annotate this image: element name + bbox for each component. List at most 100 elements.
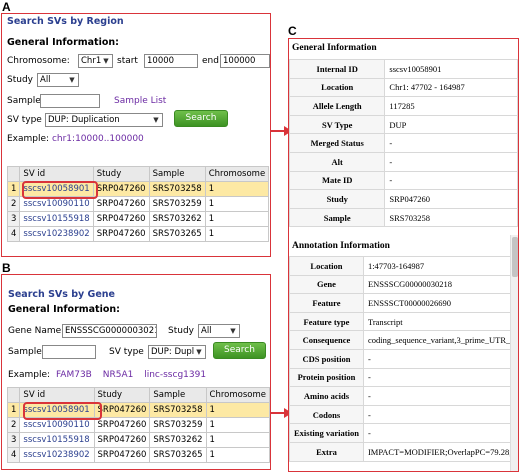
row-chromosome: 1 [204, 211, 270, 227]
info-key: Merged Status [289, 133, 386, 153]
info-value: 117285 [384, 96, 518, 116]
chevron-down-icon: ▼ [69, 76, 75, 84]
example-label: Example: [8, 370, 51, 380]
info-row: Location Chr1: 47702 - 164987 [289, 77, 518, 98]
annotation-info-table: Location 1:47703-164987 Gene ENSSSCG0000003… [289, 256, 518, 462]
row-sample: SRS703262 [148, 211, 206, 227]
chevron-down-icon: ▼ [230, 327, 236, 335]
row-sample: SRS703265 [148, 226, 206, 242]
page-title: Search SVs by Region [7, 16, 124, 27]
table-row[interactable]: 3 sscsv10155918 SRP047260 SRS703262 1 [6, 211, 270, 227]
end-label: end [202, 56, 219, 66]
info-value: SRP047260 [384, 189, 518, 209]
table-header: SV id Study Sample Chromosome [6, 166, 270, 182]
info-row: Gene ENSSSCG00000030218 [289, 274, 518, 295]
info-value: 1:47703-164987 [362, 256, 518, 276]
selection-highlight-box [22, 181, 98, 199]
example-link-linc[interactable]: linc-sscg1391 [144, 370, 206, 380]
info-key: Extra [289, 441, 364, 462]
row-sample: SRS703262 [149, 432, 207, 448]
panel-sv-detail: General Information Internal ID sscsv1005… [288, 38, 519, 472]
study-select[interactable]: All ▼ [198, 324, 240, 338]
table-row[interactable]: 3 sscsv10155918 SRP047260 SRS703262 1 [6, 432, 270, 448]
info-key: Sample [289, 207, 386, 228]
info-value: Chr1: 47702 - 164987 [384, 77, 518, 98]
svtype-select[interactable]: DUP: Duplication ▼ [45, 113, 163, 127]
example-link[interactable]: chr1:10000..100000 [52, 134, 144, 144]
section-general-info: General Information: [7, 37, 119, 48]
info-value: ENSSSCG00000030218 [362, 274, 518, 295]
info-row: Extra IMPACT=MODIFIER;OverlapPC=79.28; [289, 441, 518, 462]
search-button[interactable]: Search [174, 110, 228, 127]
section-general-information: General Information [292, 43, 377, 53]
end-input[interactable]: 100000 [220, 54, 270, 68]
info-value: SRS703258 [384, 207, 518, 228]
panel-label-c: C [288, 24, 297, 38]
header-num [6, 166, 21, 182]
info-value: - [362, 404, 518, 425]
info-row: CDS position - [289, 348, 518, 369]
row-chromosome: 1 [205, 417, 270, 433]
study-select[interactable]: All ▼ [37, 73, 79, 87]
row-study: SRP047260 [93, 432, 151, 448]
row-num: 2 [6, 196, 21, 212]
row-chromosome: 1 [205, 447, 270, 463]
info-row: Location 1:47703-164987 [289, 256, 518, 276]
page-title: Search SVs by Gene [8, 289, 115, 300]
svid-link[interactable]: sscsv10155918 [19, 211, 94, 227]
info-key: Existing variation [289, 423, 364, 443]
info-row: Merged Status - [289, 133, 518, 153]
row-sample: SRS703259 [148, 196, 206, 212]
scrollbar-thumb[interactable] [512, 237, 518, 277]
chevron-down-icon: ▼ [103, 57, 109, 65]
example-link-fam73b[interactable]: FAM73B [56, 370, 92, 380]
row-chromosome: 1 [205, 402, 270, 418]
row-sample: SRS703258 [149, 402, 207, 418]
row-num: 3 [6, 211, 21, 227]
chevron-down-icon: ▼ [153, 116, 159, 124]
info-row: Feature type Transcript [289, 311, 518, 332]
row-chromosome: 1 [204, 181, 270, 197]
info-value: Transcript [362, 311, 518, 332]
sample-input[interactable] [40, 94, 100, 108]
header-sample: Sample [149, 387, 207, 403]
info-row: Mate ID - [289, 170, 518, 191]
header-study: Study [93, 387, 151, 403]
header-chromosome: Chromosome [205, 387, 270, 403]
gene-name-input[interactable]: ENSSSCG00000030218 [62, 324, 157, 338]
table-row[interactable]: 4 sscsv10238902 SRP047260 SRS703265 1 [6, 447, 270, 463]
sample-list-link[interactable]: Sample List [114, 96, 166, 106]
row-sample: SRS703258 [148, 181, 206, 197]
general-info-table: Internal ID sscsv10058901 Location Chr1: 47… [289, 59, 518, 228]
results-table: SV id Study Sample Chromosome 1 sscsv100… [6, 387, 270, 463]
study-value: All [201, 326, 212, 336]
search-button[interactable]: Search [213, 342, 266, 359]
section-general-info: General Information: [8, 304, 120, 315]
info-key: Protein position [289, 367, 364, 388]
svid-link[interactable]: sscsv10238902 [19, 226, 94, 242]
svtype-select[interactable]: DUP: Dupl ▼ [148, 345, 206, 359]
svid-link[interactable]: sscsv10155918 [19, 432, 95, 448]
chromosome-select[interactable]: Chr1 ▼ [78, 54, 113, 68]
svid-link[interactable]: sscsv10238902 [19, 447, 95, 463]
panel-label-b: B [2, 261, 11, 275]
info-row: Feature ENSSSCT00000026690 [289, 293, 518, 313]
info-row: Protein position - [289, 367, 518, 388]
table-row[interactable]: 4 sscsv10238902 SRP047260 SRS703265 1 [6, 226, 270, 242]
info-row: Allele Length 117285 [289, 96, 518, 116]
example-link-nr5a1[interactable]: NR5A1 [103, 370, 134, 380]
row-chromosome: 1 [204, 226, 270, 242]
info-value: sscsv10058901 [384, 59, 518, 79]
info-key: Amino acids [289, 386, 364, 406]
start-input[interactable]: 10000 [144, 54, 198, 68]
sample-label: Sample [8, 347, 42, 357]
info-row: Sample SRS703258 [289, 207, 518, 228]
info-key: Feature type [289, 311, 364, 332]
row-study: SRP047260 [93, 402, 151, 418]
info-row: Internal ID sscsv10058901 [289, 59, 518, 79]
info-value: ENSSSCT00000026690 [362, 293, 518, 313]
sample-input[interactable] [42, 345, 96, 359]
header-svid: SV id [19, 387, 95, 403]
scrollbar[interactable] [510, 235, 518, 471]
info-key: Gene [289, 274, 364, 295]
